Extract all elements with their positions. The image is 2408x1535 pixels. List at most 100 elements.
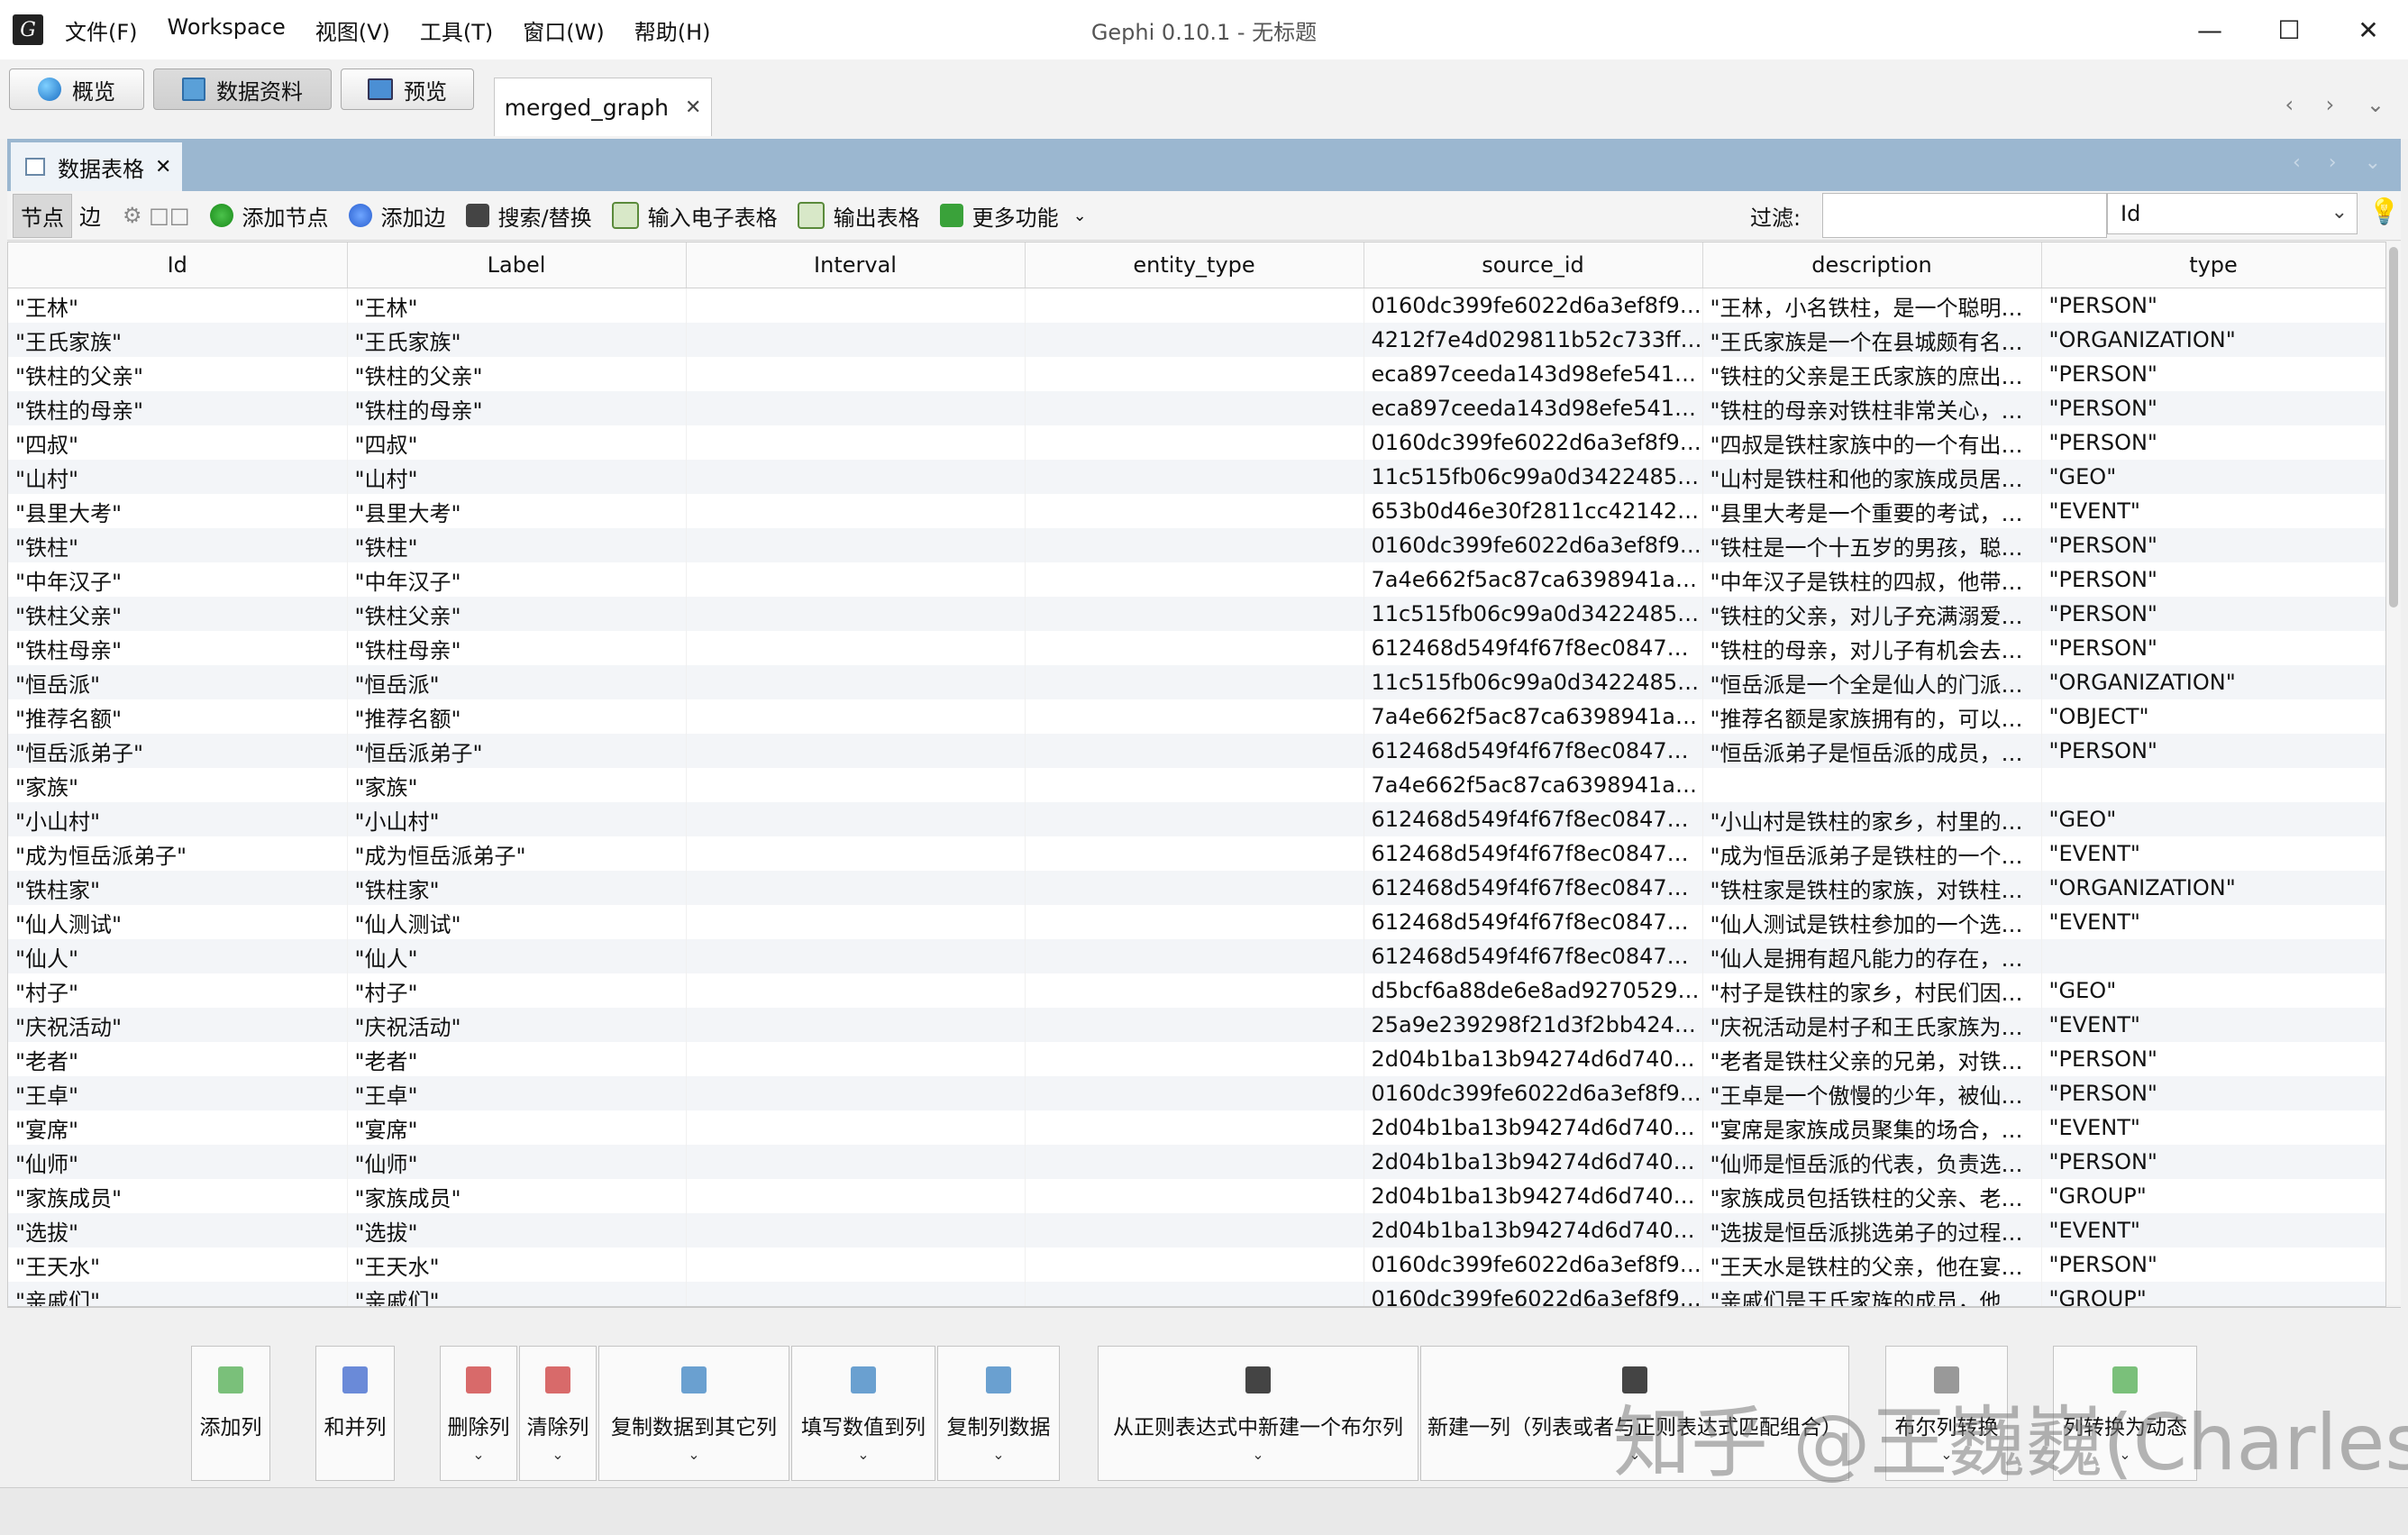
table-cell[interactable] — [1025, 1008, 1364, 1042]
table-cell[interactable] — [1025, 391, 1364, 425]
table-cell[interactable]: "仙人测试" — [8, 905, 348, 939]
table-cell[interactable]: "仙人测试" — [347, 905, 687, 939]
table-row[interactable]: "推荐名额" "推荐名额" 7a4e662f5ac87ca6398941a5b...… — [8, 699, 2385, 734]
table-cell[interactable]: "OBJECT" — [2041, 699, 2385, 734]
table-cell[interactable]: "仙人测试是铁柱参加的一个选拔... — [1702, 905, 2042, 939]
add-node-button[interactable]: 添加节点 — [209, 200, 329, 232]
table-cell[interactable]: "老者" — [8, 1042, 348, 1076]
table-cell[interactable]: "PERSON" — [2041, 1145, 2385, 1179]
table-cell[interactable]: "铁柱的母亲，对儿子有机会去恒... — [1702, 631, 2042, 665]
table-cell[interactable]: "王卓" — [347, 1076, 687, 1110]
export-table-button[interactable]: 输出表格 — [797, 200, 920, 232]
bottom-action-button[interactable]: 清除列 ⌄ — [519, 1346, 597, 1481]
table-cell[interactable]: "PERSON" — [2041, 1247, 2385, 1282]
table-cell[interactable] — [686, 1145, 1026, 1179]
table-cell[interactable]: "家族成员" — [347, 1179, 687, 1213]
table-cell[interactable] — [1025, 1042, 1364, 1076]
more-actions-button[interactable]: 更多功能 ⌄ — [939, 200, 1087, 232]
table-row[interactable]: "老者" "老者" 2d04b1ba13b94274d6d740ca... "老者是铁… — [8, 1042, 2385, 1076]
preview-mode-button[interactable]: 预览 — [341, 69, 474, 110]
table-cell[interactable] — [1025, 323, 1364, 357]
table-cell[interactable]: "四叔是铁柱家族中的一个有出息... — [1702, 425, 2042, 460]
table-row[interactable]: "铁柱的母亲" "铁柱的母亲" eca897ceeda143d98efe541f3.… — [8, 391, 2385, 425]
table-cell[interactable] — [686, 528, 1026, 562]
table-cell[interactable]: "王林" — [8, 288, 348, 323]
table-cell[interactable]: "GEO" — [2041, 802, 2385, 836]
table-cell[interactable]: "GEO" — [2041, 460, 2385, 494]
table-cell[interactable]: "PERSON" — [2041, 1042, 2385, 1076]
table-cell[interactable]: "EVENT" — [2041, 1110, 2385, 1145]
table-cell[interactable]: "老者" — [347, 1042, 687, 1076]
table-cell[interactable]: "亲戚们是王氏家族的成员，他们... — [1702, 1282, 2042, 1306]
table-cell[interactable] — [686, 494, 1026, 528]
table-row[interactable]: "县里大考" "县里大考" 653b0d46e30f2811cc42142d2...… — [8, 494, 2385, 528]
chevron-down-icon[interactable]: ⌄ — [472, 1446, 484, 1463]
table-cell[interactable]: 2d04b1ba13b94274d6d740ca... — [1364, 1213, 1703, 1247]
table-cell[interactable] — [1702, 768, 2042, 802]
table-cell[interactable] — [686, 631, 1026, 665]
table-cell[interactable]: "王林" — [347, 288, 687, 323]
table-cell[interactable]: "PERSON" — [2041, 391, 2385, 425]
table-cell[interactable] — [1025, 460, 1364, 494]
table-row[interactable]: "庆祝活动" "庆祝活动" 25a9e239298f21d3f2bb4244e...… — [8, 1008, 2385, 1042]
column-header-label[interactable]: Label — [347, 242, 687, 288]
table-cell[interactable]: "村子" — [347, 973, 687, 1008]
table-cell[interactable]: d5bcf6a88de6e8ad9270529c... — [1364, 973, 1703, 1008]
table-cell[interactable]: "王天水是铁柱的父亲，他在宴会... — [1702, 1247, 2042, 1282]
config-icons[interactable]: ⚙ □□ — [123, 203, 190, 228]
table-cell[interactable]: "选拔是恒岳派挑选弟子的过程，... — [1702, 1213, 2042, 1247]
tab-nav-arrows[interactable]: ‹ › ⌄ — [2285, 92, 2397, 117]
table-cell[interactable] — [1025, 494, 1364, 528]
bottom-action-button[interactable]: 复制数据到其它列 ⌄ — [598, 1346, 789, 1481]
data-table-panel-tab[interactable]: 数据表格 ✕ — [11, 142, 182, 191]
table-row[interactable]: "亲戚们" "亲戚们" 0160dc399fe6022d6a3ef8f91... "亲… — [8, 1282, 2385, 1306]
column-header-id[interactable]: Id — [8, 242, 348, 288]
edges-toggle[interactable]: 边 — [72, 194, 108, 238]
bottom-action-button[interactable]: 添加列 — [191, 1346, 270, 1481]
table-cell[interactable] — [686, 1110, 1026, 1145]
table-cell[interactable]: "山村" — [8, 460, 348, 494]
table-cell[interactable] — [686, 391, 1026, 425]
table-cell[interactable]: "仙人" — [347, 939, 687, 973]
lightbulb-icon[interactable]: 💡 — [2368, 196, 2400, 226]
table-row[interactable]: "仙人" "仙人" 612468d549f4f67f8ec08476a2... "仙人… — [8, 939, 2385, 973]
table-cell[interactable] — [686, 1076, 1026, 1110]
table-cell[interactable]: "小山村" — [8, 802, 348, 836]
table-row[interactable]: "铁柱" "铁柱" 0160dc399fe6022d6a3ef8f91... "铁柱是… — [8, 528, 2385, 562]
table-cell[interactable]: 612468d549f4f67f8ec08476a2... — [1364, 836, 1703, 871]
table-cell[interactable]: "中年汉子是铁柱的四叔，他带来... — [1702, 562, 2042, 597]
column-header-interval[interactable]: Interval — [686, 242, 1026, 288]
table-cell[interactable]: "成为恒岳派弟子" — [8, 836, 348, 871]
table-row[interactable]: "铁柱母亲" "铁柱母亲" 612468d549f4f67f8ec08476a2..… — [8, 631, 2385, 665]
table-cell[interactable]: "王氏家族是一个在县城颇有名气... — [1702, 323, 2042, 357]
table-cell[interactable]: "恒岳派弟子" — [347, 734, 687, 768]
table-cell[interactable]: "铁柱的父亲" — [347, 357, 687, 391]
table-cell[interactable]: "PERSON" — [2041, 562, 2385, 597]
table-cell[interactable]: "铁柱的父亲是王氏家族的庶出次... — [1702, 357, 2042, 391]
table-cell[interactable]: eca897ceeda143d98efe541f3... — [1364, 391, 1703, 425]
table-cell[interactable]: "铁柱是一个十五岁的男孩，聪明... — [1702, 528, 2042, 562]
table-cell[interactable]: "ORGANIZATION" — [2041, 665, 2385, 699]
table-cell[interactable]: "王卓是一个傲慢的少年，被仙师... — [1702, 1076, 2042, 1110]
table-cell[interactable]: "山村" — [347, 460, 687, 494]
table-cell[interactable]: "铁柱的母亲" — [8, 391, 348, 425]
table-cell[interactable]: 11c515fb06c99a0d3422485af... — [1364, 665, 1703, 699]
table-cell[interactable]: "铁柱" — [8, 528, 348, 562]
table-cell[interactable]: "EVENT" — [2041, 905, 2385, 939]
table-row[interactable]: "家族成员" "家族成员" 2d04b1ba13b94274d6d740ca... "… — [8, 1179, 2385, 1213]
table-cell[interactable] — [686, 323, 1026, 357]
table-cell[interactable] — [1025, 1110, 1364, 1145]
table-cell[interactable]: "铁柱" — [347, 528, 687, 562]
table-cell[interactable]: "GROUP" — [2041, 1179, 2385, 1213]
table-cell[interactable]: "县里大考是一个重要的考试，关... — [1702, 494, 2042, 528]
table-cell[interactable] — [1025, 665, 1364, 699]
table-cell[interactable]: "仙人" — [8, 939, 348, 973]
table-cell[interactable] — [686, 1008, 1026, 1042]
table-cell[interactable] — [686, 357, 1026, 391]
table-row[interactable]: "中年汉子" "中年汉子" 7a4e662f5ac87ca6398941a5b...… — [8, 562, 2385, 597]
table-cell[interactable]: 7a4e662f5ac87ca6398941a5b... — [1364, 699, 1703, 734]
table-cell[interactable]: "EVENT" — [2041, 1008, 2385, 1042]
table-cell[interactable] — [1025, 973, 1364, 1008]
table-cell[interactable]: "中年汉子" — [8, 562, 348, 597]
table-cell[interactable]: "铁柱的母亲对铁柱非常关心，支... — [1702, 391, 2042, 425]
